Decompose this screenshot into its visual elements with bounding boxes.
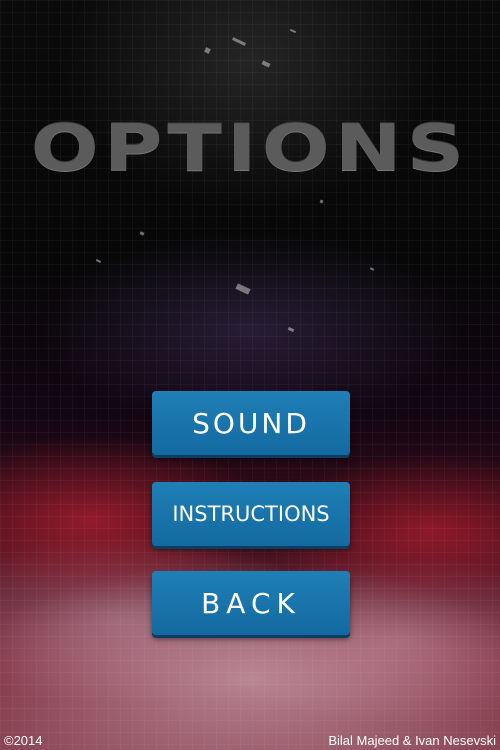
instructions-button-label: INSTRUCTIONS — [172, 502, 330, 526]
copyright-text: ©2014 — [4, 733, 43, 748]
instructions-button[interactable]: INSTRUCTIONS — [152, 482, 350, 546]
debris-speck — [95, 259, 102, 263]
debris-speck — [232, 37, 246, 46]
debris-speck — [369, 267, 375, 271]
debris-speck — [204, 47, 211, 54]
debris-speck — [235, 283, 251, 295]
sound-button-label: SOUND — [192, 406, 310, 440]
debris-speck — [319, 199, 324, 204]
back-button[interactable]: BACK — [152, 571, 350, 635]
debris-speck — [139, 231, 145, 236]
page-title: OPTIONS — [30, 112, 470, 186]
debris-speck — [261, 60, 271, 68]
options-screen: OPTIONS SOUND INSTRUCTIONS BACK ©2014 Bi… — [0, 0, 500, 750]
credits-text: Bilal Majeed & Ivan Nesevski — [328, 733, 496, 748]
debris-speck — [289, 28, 297, 34]
debris-speck — [287, 326, 295, 333]
sound-button[interactable]: SOUND — [152, 391, 350, 455]
back-button-label: BACK — [201, 586, 301, 620]
